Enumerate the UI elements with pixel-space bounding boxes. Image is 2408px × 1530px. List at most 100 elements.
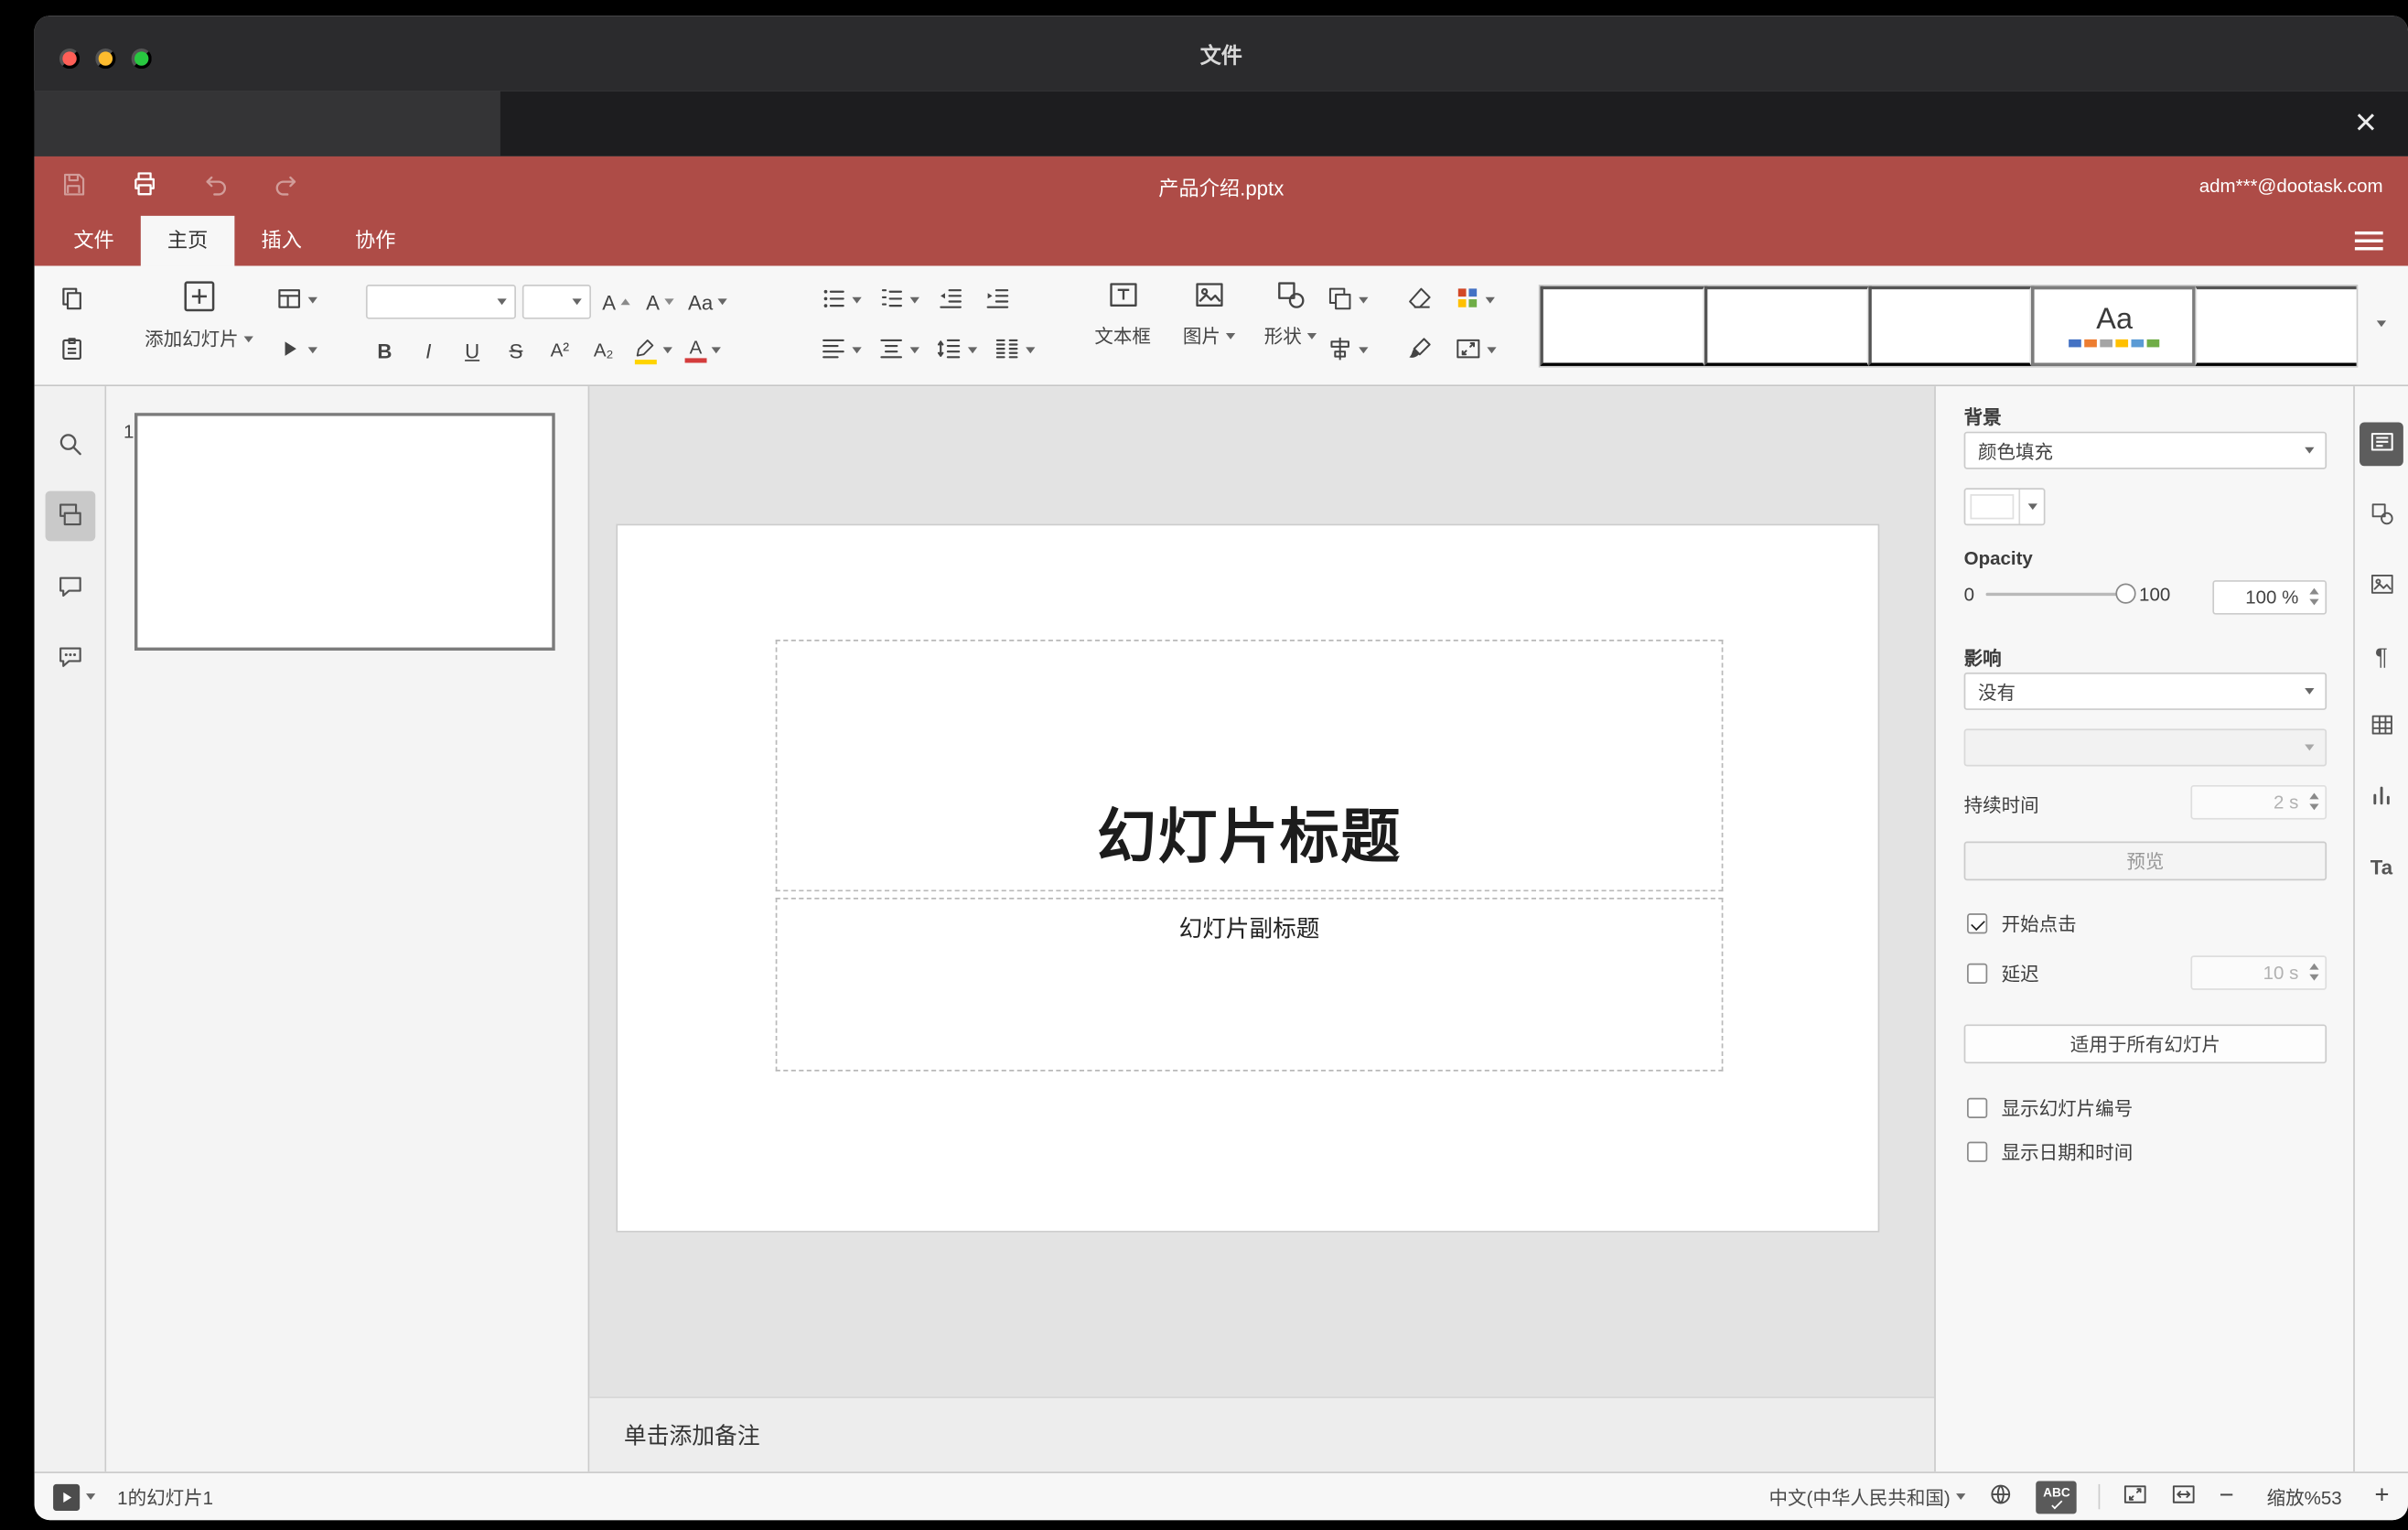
font-name-combo[interactable] bbox=[365, 285, 516, 319]
align-shape-button[interactable] bbox=[1323, 330, 1371, 371]
start-on-click-checkbox[interactable] bbox=[1967, 913, 1988, 934]
clear-style-button[interactable] bbox=[1401, 280, 1438, 320]
opacity-slider-track[interactable] bbox=[1985, 592, 2127, 597]
color-scheme-button[interactable] bbox=[1451, 280, 1498, 320]
italic-button[interactable]: I bbox=[410, 330, 447, 371]
start-preview-button[interactable] bbox=[272, 330, 320, 371]
bold-button[interactable]: B bbox=[366, 330, 403, 371]
arrange-shape-button[interactable] bbox=[1323, 280, 1371, 320]
color-scheme-icon bbox=[1454, 285, 1480, 316]
fill-type-select[interactable]: 颜色填充 bbox=[1963, 431, 2327, 469]
comments-button[interactable] bbox=[46, 563, 96, 613]
search-button[interactable] bbox=[46, 421, 96, 471]
insert-image-button[interactable]: 图片 bbox=[1169, 278, 1247, 349]
slides-panel-button[interactable] bbox=[45, 490, 96, 542]
set-language-button[interactable] bbox=[1988, 1482, 2015, 1513]
theme-item-2[interactable] bbox=[1704, 286, 1868, 366]
insert-shape-button[interactable]: 形状 bbox=[1251, 278, 1328, 349]
table-settings-button[interactable] bbox=[2360, 706, 2403, 749]
apply-to-all-slides-button[interactable]: 适用于所有幻灯片 bbox=[1963, 1024, 2327, 1064]
slide-thumbnail-1[interactable] bbox=[134, 413, 555, 651]
fit-slide-button[interactable] bbox=[2123, 1482, 2149, 1513]
start-slideshow-button[interactable] bbox=[53, 1483, 96, 1511]
zoom-in-button[interactable]: + bbox=[2375, 1482, 2390, 1511]
delay-checkbox[interactable] bbox=[1967, 963, 1988, 985]
add-slide-button[interactable]: 添加幻灯片 bbox=[134, 278, 263, 351]
hamburger-icon bbox=[2354, 239, 2383, 242]
highlight-color-button[interactable] bbox=[629, 330, 675, 371]
show-date-time-checkbox[interactable] bbox=[1967, 1141, 1988, 1162]
status-left: 1的幻灯片1 bbox=[53, 1473, 213, 1520]
close-icon[interactable]: × bbox=[2339, 97, 2392, 150]
chart-settings-button[interactable] bbox=[2360, 776, 2403, 820]
columns-button[interactable] bbox=[990, 330, 1038, 371]
delay-spinner: 10 s bbox=[2190, 955, 2327, 990]
paragraph-settings-button[interactable]: ¶ bbox=[2360, 635, 2403, 679]
opacity-slider-knob[interactable] bbox=[2115, 583, 2136, 604]
theme-item-3[interactable] bbox=[1867, 286, 2032, 366]
theme-gallery-expand-button[interactable] bbox=[2368, 309, 2396, 338]
theme-item-selected[interactable]: Aa bbox=[2031, 286, 2196, 366]
fill-color-picker[interactable] bbox=[1963, 488, 2046, 526]
insert-textbox-button[interactable]: 文本框 bbox=[1079, 278, 1166, 349]
fit-width-button[interactable] bbox=[2171, 1482, 2198, 1513]
opacity-value-spinner[interactable]: 100 % bbox=[2212, 580, 2327, 615]
show-slide-number-checkbox[interactable] bbox=[1967, 1097, 1988, 1118]
font-color-button[interactable]: A bbox=[682, 330, 724, 371]
tab-home[interactable]: 主页 bbox=[140, 215, 235, 266]
underline-icon: U bbox=[465, 339, 480, 362]
language-selector[interactable]: 中文(中华人民共和国) bbox=[1769, 1483, 1966, 1510]
theme-item-1[interactable] bbox=[1540, 286, 1704, 366]
title-placeholder[interactable]: 幻灯片标题 bbox=[775, 640, 1724, 892]
decrease-font-size-button[interactable]: A bbox=[641, 282, 679, 322]
horizontal-align-button[interactable] bbox=[816, 330, 865, 371]
preview-tab-area bbox=[34, 91, 500, 156]
paste-button[interactable] bbox=[53, 330, 91, 371]
tab-insert[interactable]: 插入 bbox=[234, 216, 328, 266]
zoom-out-button[interactable]: − bbox=[2220, 1482, 2234, 1511]
spellcheck-button[interactable]: ABC bbox=[2036, 1480, 2078, 1514]
chat-button[interactable] bbox=[46, 633, 96, 684]
copy-style-button[interactable] bbox=[1401, 330, 1438, 371]
effect-variant-select bbox=[1963, 728, 2327, 767]
change-case-button[interactable]: Aa bbox=[685, 282, 730, 322]
left-sidebar bbox=[34, 386, 107, 1472]
slide-settings-button[interactable] bbox=[2360, 422, 2403, 467]
tab-collaboration[interactable]: 协作 bbox=[328, 216, 423, 266]
theme-item-5[interactable] bbox=[2195, 286, 2357, 366]
superscript-button[interactable]: A² bbox=[541, 330, 578, 371]
shape-settings-button[interactable] bbox=[2360, 494, 2403, 538]
font-size-combo[interactable] bbox=[521, 285, 592, 319]
color-swatch bbox=[1970, 494, 2015, 520]
subscript-button[interactable]: A₂ bbox=[585, 330, 622, 371]
notes-area[interactable]: 单击添加备注 bbox=[589, 1396, 1935, 1472]
spinner-arrows[interactable] bbox=[2309, 587, 2319, 606]
language-label: 中文(中华人民共和国) bbox=[1768, 1486, 1951, 1509]
textart-settings-button[interactable]: Ta bbox=[2360, 845, 2403, 889]
decrease-indent-button[interactable] bbox=[932, 280, 970, 320]
menu-button[interactable] bbox=[2354, 216, 2383, 266]
underline-button[interactable]: U bbox=[454, 330, 491, 371]
slide-thumbnails-panel: 1 bbox=[106, 386, 590, 1472]
copy-button[interactable] bbox=[53, 280, 91, 320]
numbering-button[interactable] bbox=[874, 280, 922, 320]
duration-value: 2 s bbox=[2273, 791, 2299, 813]
slide-1[interactable]: 幻灯片标题 幻灯片副标题 bbox=[616, 523, 1880, 1233]
chevron-down-icon bbox=[967, 347, 978, 354]
play-icon bbox=[275, 334, 304, 367]
chevron-down-icon bbox=[1956, 1493, 1966, 1501]
bullets-button[interactable] bbox=[816, 280, 865, 320]
effect-select[interactable]: 没有 bbox=[1963, 672, 2327, 710]
slide-layout-button[interactable] bbox=[272, 280, 320, 320]
slide-size-button[interactable] bbox=[1451, 330, 1500, 371]
textbox-icon bbox=[1106, 278, 1139, 316]
line-spacing-button[interactable] bbox=[932, 330, 981, 371]
image-settings-button[interactable] bbox=[2360, 565, 2403, 609]
increase-font-size-button[interactable]: A bbox=[597, 282, 635, 322]
increase-indent-button[interactable] bbox=[979, 280, 1016, 320]
subtitle-placeholder[interactable]: 幻灯片副标题 bbox=[775, 898, 1724, 1072]
indent-icon bbox=[984, 284, 1012, 317]
vertical-align-button[interactable] bbox=[874, 330, 922, 371]
tab-file[interactable]: 文件 bbox=[47, 216, 141, 266]
strikeout-button[interactable]: S bbox=[497, 330, 534, 371]
